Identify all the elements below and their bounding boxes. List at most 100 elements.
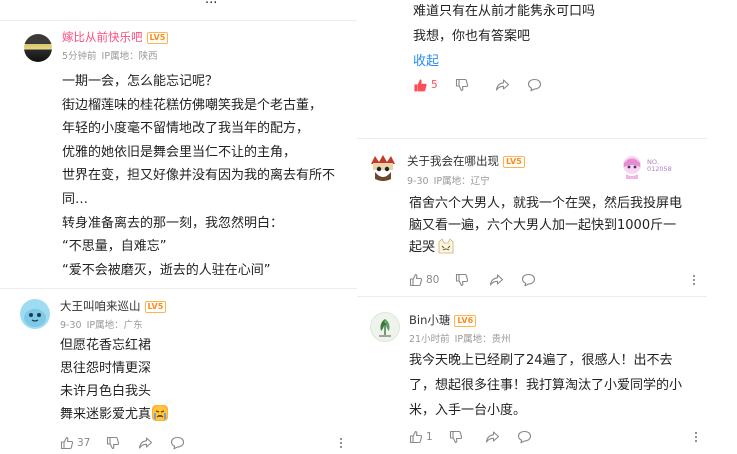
level-badge: LV5 — [146, 32, 169, 44]
share-icon — [495, 78, 510, 92]
comment-line-text: 舞来迷影爱尤真 — [60, 407, 152, 422]
like-count: 5 — [431, 79, 438, 91]
user-avatar[interactable] — [367, 152, 399, 184]
thumb-down-icon — [455, 273, 469, 287]
more-icon — [691, 430, 701, 444]
username-text[interactable]: Bin小瑭 — [409, 313, 450, 327]
ip-location: IP属地：广东 — [86, 320, 143, 331]
thumb-up-icon — [413, 78, 428, 93]
share-icon — [485, 430, 500, 444]
comment-line: 年轻的小度毫不留情地改了我当年的配方， — [62, 121, 310, 137]
username-text[interactable]: 嫁比从前快乐吧 — [62, 30, 143, 44]
comment-line: 起哭 — [409, 237, 682, 259]
like-button[interactable]: 37 — [60, 435, 90, 451]
username[interactable]: 关于我会在哪出现 LV5 — [407, 153, 525, 169]
comment-icon — [527, 78, 542, 92]
share-button[interactable] — [485, 429, 500, 445]
collapse-link[interactable]: 收起 — [413, 49, 595, 74]
share-button[interactable] — [495, 77, 510, 93]
dislike-button[interactable] — [455, 272, 469, 288]
username-text[interactable]: 关于我会在哪出现 — [407, 154, 499, 168]
comment-line: 脑又看一遍，六个大男人加一起快到1000斤一 — [409, 218, 677, 233]
comment-line: 了，想起很多往事！我打算淘汰了小爱同学的小 — [409, 378, 683, 393]
username[interactable]: 大王叫咱来巡山 LV5 — [60, 298, 167, 314]
comment-line: 宿舍六个大男人，就我一个在哭，然后我投屏电 — [409, 196, 683, 211]
username[interactable]: 嫁比从前快乐吧 LV5 — [62, 29, 169, 45]
timestamp: 21小时前 — [409, 334, 450, 345]
comment-actions: 37 — [60, 435, 350, 451]
comment-line: 一期一会，怎么能忘记呢？ — [62, 74, 219, 89]
comment-line: 世界在变，担又好像并没有因为我的离去有所不 — [62, 168, 336, 184]
share-icon — [489, 273, 504, 287]
comment-meta: 21小时前 IP属地：贵州 — [409, 331, 516, 345]
comment-meta: 5分钟前 IP属地：陕西 — [62, 48, 163, 62]
username-text[interactable]: 大王叫咱来巡山 — [60, 299, 141, 313]
comment-icon — [521, 273, 536, 287]
user-avatar[interactable] — [20, 299, 50, 329]
share-icon — [138, 436, 153, 450]
share-button[interactable] — [489, 272, 504, 288]
reply-button[interactable] — [521, 272, 536, 288]
comment-actions: 1 — [409, 429, 699, 445]
comment-meta: 9-30 IP属地：广东 — [60, 317, 148, 331]
right-comment-column: 难道只有在从前才能隽永可口吗 我想，你也有答案吧 收起 5 关于我会在哪出现 L… — [357, 0, 737, 454]
comment-actions: 5 — [413, 77, 713, 93]
share-button[interactable] — [138, 435, 153, 451]
comment-card: 大王叫咱来巡山 LV5 9-30 IP属地：广东 但愿花香忘红裙 思往怨时情更深 未… — [0, 288, 357, 454]
level-badge: LV6 — [454, 315, 477, 327]
like-count: 80 — [426, 274, 440, 286]
reply-button[interactable] — [527, 77, 542, 93]
comment-line: 但愿花香忘红裙 — [60, 338, 152, 353]
comment-line: 优雅的她依旧是舞会里当仁不让的主角， — [62, 144, 297, 160]
comment-meta: 9-30 IP属地：辽宁 — [407, 173, 495, 187]
comment-line: 未许月色白我头 — [60, 384, 152, 399]
comment-line: 米，入手一台小度。 — [409, 403, 527, 418]
left-comment-column: 嫁比从前快乐吧 LV5 5分钟前 IP属地：陕西 一期一会，怎么能忘记呢？ 街边榴莲… — [0, 0, 357, 454]
reply-button[interactable] — [170, 435, 185, 451]
comment-line: 舞来迷影爱尤真 — [60, 403, 169, 426]
comment-line: 同… — [62, 191, 89, 207]
timestamp: 9-30 — [60, 320, 82, 331]
comment-line: 街边榴莲味的桂花糕仿佛嘲笑我是个老古董， — [62, 97, 323, 113]
comment-icon — [517, 430, 532, 444]
like-button[interactable]: 1 — [409, 429, 433, 445]
comment-card: Bin小瑭 LV6 21小时前 IP属地：贵州 我今天晚上已经刷了24遍了，很感人！… — [357, 298, 737, 454]
comment-line: “爱不会被磨灭，逝去的人驻在心间” — [62, 262, 271, 278]
fan-badge-number: 012058 — [647, 165, 672, 173]
timestamp: 5分钟前 — [62, 51, 97, 62]
thumb-up-icon — [60, 436, 74, 450]
comment-text: 但愿花香忘红裙 思往怨时情更深 未许月色白我头 舞来迷影爱尤真 — [60, 334, 169, 426]
more-button[interactable] — [689, 272, 699, 288]
cat-emoji-icon — [437, 238, 454, 254]
level-badge: LV5 — [144, 301, 167, 313]
comment-icon — [170, 436, 185, 450]
comment-line: 转身准备离去的那一刻，我忽然明白： — [62, 215, 284, 231]
more-button[interactable] — [336, 435, 346, 451]
comment-actions: 80 — [409, 272, 699, 288]
dislike-button[interactable] — [455, 77, 469, 93]
more-icon — [689, 273, 699, 287]
dislike-button[interactable] — [449, 429, 463, 445]
comment-card-tail: 难道只有在从前才能隽永可口吗 我想，你也有答案吧 收起 5 — [357, 0, 737, 142]
timestamp: 9-30 — [407, 176, 429, 187]
thumb-down-icon — [455, 78, 469, 92]
divider — [357, 296, 707, 297]
comment-line: “不思量，自难忘” — [62, 239, 167, 255]
user-avatar[interactable] — [24, 34, 52, 62]
thumb-up-icon — [409, 273, 423, 287]
like-count: 1 — [426, 431, 433, 443]
like-button-active[interactable]: 5 — [413, 77, 438, 93]
fan-badge-icon — [619, 154, 645, 180]
comment-text: 一期一会，怎么能忘记呢？ 街边榴莲味的桂花糕仿佛嘲笑我是个老古董， 年轻的小度毫… — [62, 70, 335, 282]
dislike-button[interactable] — [106, 435, 120, 451]
like-count: 37 — [77, 437, 91, 449]
comment-card: 嫁比从前快乐吧 LV5 5分钟前 IP属地：陕西 一期一会，怎么能忘记呢？ 街边榴莲… — [0, 20, 357, 288]
more-button[interactable] — [691, 429, 701, 445]
fan-badge-label: NO. 012058 — [647, 159, 672, 173]
comment-line-text: 起哭 — [409, 240, 436, 255]
comment-card: 关于我会在哪出现 LV5 9-30 IP属地：辽宁 NO. 012058 宿舍六个大… — [357, 142, 737, 294]
reply-button[interactable] — [517, 429, 532, 445]
user-avatar[interactable] — [370, 312, 400, 342]
username[interactable]: Bin小瑭 LV6 — [409, 312, 477, 328]
like-button[interactable]: 80 — [409, 272, 439, 288]
